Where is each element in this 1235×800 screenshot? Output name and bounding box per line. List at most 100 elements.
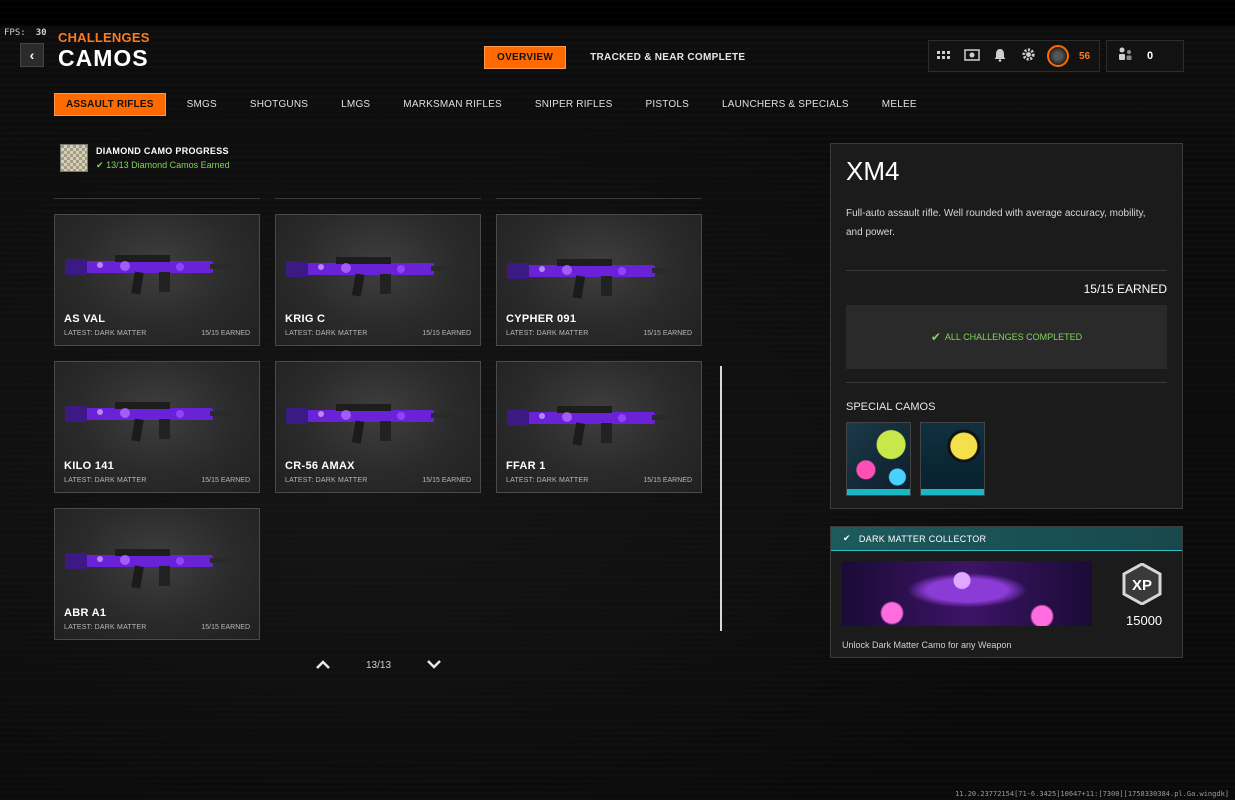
weapon-image [65,402,238,442]
weapon-silhouette-part [652,268,680,273]
weapon-card-abr-a1[interactable]: ABR A1 LATEST: DARK MATTER 15/15 EARNED [54,508,260,640]
page-navigator: 13/13 [316,658,441,672]
reward-title: DARK MATTER COLLECTOR [858,533,987,544]
weapon-silhouette-part [380,421,391,441]
weapon-silhouette-part [159,419,170,439]
weapon-silhouette-part [431,266,459,271]
divider [275,198,481,199]
hud-toolbar: 56 [928,40,1100,72]
weapon-silhouette-part [572,275,586,299]
weapon-earned: 15/15 EARNED [201,330,250,337]
weapon-card-ffar-1[interactable]: FFAR 1 LATEST: DARK MATTER 15/15 EARNED [496,361,702,493]
weapon-earned: 15/15 EARNED [422,477,471,484]
grid-menu-icon[interactable] [935,48,953,65]
weapon-silhouette-part [159,566,170,586]
special-camo-1[interactable] [846,422,911,496]
weapon-silhouette-part [83,555,213,567]
svg-text:XP: XP [1132,577,1152,594]
weapon-silhouette-part [120,555,130,565]
back-button[interactable]: ‹ [20,43,44,67]
tab-marksman-rifles[interactable]: MARKSMAN RIFLES [403,99,502,110]
special-camo-2[interactable] [920,422,985,496]
weapon-silhouette-part [65,259,87,275]
weapon-silhouette-part [176,410,184,418]
tab-shotguns[interactable]: SHOTGUNS [250,99,308,110]
weapon-earned: 15/15 EARNED [422,330,471,337]
weapon-name: KRIG C [285,313,326,325]
weapon-latest-camo: LATEST: DARK MATTER [285,330,368,337]
weapon-card-cr-56-amax[interactable]: CR-56 AMAX LATEST: DARK MATTER 15/15 EAR… [275,361,481,493]
fps-counter: FPS: 30 [4,28,47,38]
weapon-silhouette-part [120,408,130,418]
top-tab-bar: OVERVIEW TRACKED & NEAR COMPLETE [484,46,745,69]
weapon-silhouette-part [120,261,130,271]
tab-lmgs[interactable]: LMGS [341,99,370,110]
weapon-silhouette-part [601,276,612,296]
weapon-silhouette-part [336,257,391,264]
weapon-earned: 15/15 EARNED [201,477,250,484]
party-members-icon [1117,46,1133,67]
weapon-silhouette-part [97,409,103,415]
weapon-silhouette-part [131,271,144,295]
weapon-latest-camo: LATEST: DARK MATTER [285,477,368,484]
weapon-card-kilo-141[interactable]: KILO 141 LATEST: DARK MATTER 15/15 EARNE… [54,361,260,493]
weapon-silhouette-part [131,565,144,589]
detail-earned: 15/15 EARNED [1083,282,1167,296]
diamond-progress-title: DIAMOND CAMO PROGRESS [96,146,229,156]
divider [496,198,702,199]
weapon-silhouette-part [210,411,238,416]
tab-overview[interactable]: OVERVIEW [484,46,567,69]
weapon-earned: 15/15 EARNED [201,624,250,631]
tab-melee[interactable]: MELEE [882,99,917,110]
bell-icon[interactable] [991,48,1009,65]
weapon-latest-camo: LATEST: DARK MATTER [506,477,589,484]
weapon-silhouette-part [97,262,103,268]
weapon-card-cypher-091[interactable]: CYPHER 091 LATEST: DARK MATTER 15/15 EAR… [496,214,702,346]
xp-amount: 15000 [1126,613,1163,628]
weapon-earned: 15/15 EARNED [643,330,692,337]
weapon-image [507,406,680,446]
chevron-up-icon[interactable] [316,658,330,672]
weapon-silhouette-part [115,402,170,409]
tab-smgs[interactable]: SMGS [187,99,217,110]
tab-tracked-near-complete[interactable]: TRACKED & NEAR COMPLETE [590,52,745,63]
divider [54,198,260,199]
grid-scrollbar[interactable] [720,366,722,631]
special-camos-title: SPECIAL CAMOS [846,401,936,413]
weapon-silhouette-part [210,558,238,563]
tab-launchers-specials[interactable]: LAUNCHERS & SPECIALS [722,99,849,110]
intel-icon[interactable] [963,48,981,65]
gear-icon[interactable] [1019,47,1037,65]
weapon-silhouette-part [341,410,351,420]
reward-panel: ✔ DARK MATTER COLLECTOR XP 15000 Unlock … [830,526,1183,658]
weapon-silhouette-part [318,411,324,417]
weapon-silhouette-part [652,415,680,420]
breadcrumb[interactable]: CHALLENGES [58,30,150,45]
weapon-silhouette-part [304,263,434,275]
tab-assault-rifles[interactable]: ASSAULT RIFLES [54,93,166,116]
weapon-card-krig-c[interactable]: KRIG C LATEST: DARK MATTER 15/15 EARNED [275,214,481,346]
weapon-silhouette-part [351,273,365,297]
diamond-progress-status: ✔ 13/13 Diamond Camos Earned [96,160,230,170]
weapon-silhouette-part [131,418,144,442]
tab-sniper-rifles[interactable]: SNIPER RIFLES [535,99,613,110]
weapon-silhouette-part [115,255,170,262]
weapon-silhouette-part [507,263,529,279]
party-count: 0 [1147,50,1154,62]
weapon-silhouette-part [304,410,434,422]
weapon-silhouette-part [115,549,170,556]
weapon-card-as-val[interactable]: AS VAL LATEST: DARK MATTER 15/15 EARNED [54,214,260,346]
chevron-down-icon[interactable] [427,658,441,672]
diamond-progress: DIAMOND CAMO PROGRESS ✔ 13/13 Diamond Ca… [60,144,230,172]
weapon-silhouette-part [286,408,308,424]
weapon-silhouette-part [539,266,545,272]
weapon-silhouette-part [65,406,87,422]
weapon-silhouette-part [507,410,529,426]
rank-emblem-icon[interactable] [1047,45,1069,67]
weapon-earned: 15/15 EARNED [643,477,692,484]
party-box[interactable]: 0 [1106,40,1184,72]
reward-description: Unlock Dark Matter Camo for any Weapon [842,640,1012,650]
weapon-name: CYPHER 091 [506,313,577,325]
weapon-silhouette-part [65,553,87,569]
tab-pistols[interactable]: PISTOLS [646,99,689,110]
